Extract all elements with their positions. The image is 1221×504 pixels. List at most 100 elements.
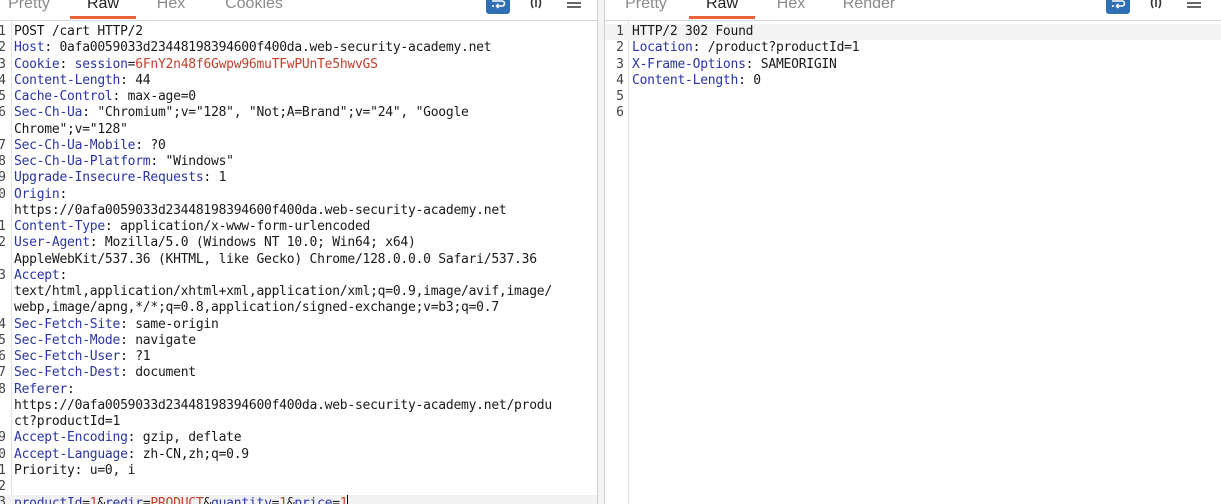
tab-label: Pretty [625, 0, 667, 12]
line-number: 2 [0, 235, 6, 251]
code-line[interactable]: 1 Priority: u=0, i [0, 463, 597, 479]
response-panel: Pretty Raw Hex Render 1 HTTP/2 302 Found… [605, 0, 1221, 504]
code-line[interactable]: 4 Sec-Fetch-Site: same-origin [0, 317, 597, 333]
token-text: https://0afa0059033d23448198394600f400da… [14, 202, 507, 218]
panel-menu-button[interactable] [565, 0, 583, 14]
line-number: 3 [0, 56, 6, 72]
response-tab-raw[interactable]: Raw [689, 0, 755, 19]
request-editor[interactable]: 1 POST /cart HTTP/2 2 Host: 0afa0059033d234… [0, 24, 597, 504]
code-line[interactable]: 1 Content-Type: application/x-www-form-ur… [0, 219, 597, 235]
line-number: 3 [0, 267, 6, 283]
token-text: : 0 [738, 72, 761, 88]
response-tab-render[interactable]: Render [837, 0, 901, 19]
line-number: 3 [616, 56, 624, 72]
token-text: : 0afa0059033d23448198394600f400da.web-s… [44, 40, 492, 56]
line-number: 4 [0, 316, 6, 332]
tab-label: Hex [156, 0, 186, 12]
code-line[interactable]: https://0afa0059033d23448198394600f400da… [0, 203, 597, 219]
line-text: POST /cart HTTP/2 [14, 24, 143, 40]
token-text: : [59, 186, 68, 202]
code-line[interactable]: 5 [605, 89, 1221, 105]
code-line[interactable]: 6 [605, 105, 1221, 121]
code-line[interactable]: ct?productId=1 [0, 414, 597, 430]
code-line[interactable]: 8 Sec-Ch-Ua-Platform: "Windows" [0, 154, 597, 170]
code-line[interactable]: 8 Referer: [0, 382, 597, 398]
token-text: : 44 [120, 72, 151, 88]
code-line[interactable]: 5 Sec-Fetch-Mode: navigate [0, 333, 597, 349]
line-text: https://0afa0059033d23448198394600f400da… [14, 202, 507, 219]
code-line[interactable]: 2 Host: 0afa0059033d23448198394600f400da.… [0, 40, 597, 56]
inspector-button[interactable] [527, 0, 545, 14]
line-text: Accept: [14, 268, 67, 284]
response-viewer[interactable]: 1 HTTP/2 302 Found 2 Location: /product?pro… [605, 24, 1221, 122]
code-line[interactable]: 7 Sec-Fetch-Dest: document [0, 365, 597, 381]
code-line[interactable]: 9 Accept-Encoding: gzip, deflate [0, 430, 597, 446]
token-key: productId [14, 496, 83, 504]
token-text: text/html,application/xhtml+xml,applicat… [14, 284, 552, 299]
request-tab-cookies[interactable]: Cookies [218, 0, 290, 19]
line-number: 1 [0, 24, 6, 39]
code-line[interactable]: 3 productId=1&redir=PRODUCT&quantity=1&pr… [0, 495, 597, 504]
code-line[interactable]: 3 Cookie: session=6FnY2n48f6Gwpw96muTFwPU… [0, 57, 597, 73]
line-text: Priority: u=0, i [14, 463, 135, 479]
token-key: Sec-Fetch-Site [14, 316, 121, 332]
code-line[interactable]: 7 Sec-Ch-Ua-Mobile: ?0 [0, 138, 597, 154]
line-number: 9 [0, 170, 6, 186]
response-tab-hex[interactable]: Hex [770, 0, 812, 19]
line-text: Sec-Fetch-Dest: document [14, 365, 196, 381]
token-text: Chrome";v="128" [14, 121, 128, 137]
code-line[interactable]: 0 Origin: [0, 187, 597, 203]
line-text: X-Frame-Options: SAMEORIGIN [632, 57, 837, 73]
code-line[interactable]: Chrome";v="128" [0, 122, 597, 138]
code-line[interactable]: 1 HTTP/2 302 Found [605, 24, 1221, 41]
inspector-button[interactable] [1147, 0, 1165, 14]
panel-menu-button[interactable] [1185, 0, 1203, 14]
token-key: Accept [14, 267, 60, 283]
line-text: Sec-Ch-Ua: "Chromium";v="128", "Not;A=Br… [14, 105, 469, 121]
line-text: https://0afa0059033d23448198394600f400da… [14, 398, 552, 414]
token-key: Content-Type [14, 219, 105, 234]
token-text: : zh-CN,zh;q=0.9 [127, 446, 249, 462]
code-line[interactable]: 0 Accept-Language: zh-CN,zh;q=0.9 [0, 447, 597, 463]
code-line[interactable]: text/html,application/xhtml+xml,applicat… [0, 284, 597, 300]
code-line[interactable]: 1 POST /cart HTTP/2 [0, 24, 597, 40]
token-text: = [82, 496, 90, 504]
response-tab-pretty[interactable]: Pretty [621, 0, 671, 19]
code-line[interactable]: 3 Accept: [0, 268, 597, 284]
code-line[interactable]: webp,image/apng,*/*;q=0.8,application/si… [0, 300, 597, 316]
code-line[interactable]: 5 Cache-Control: max-age=0 [0, 89, 597, 105]
line-text: productId=1&redir=PRODUCT&quantity=1&pri… [14, 495, 349, 504]
token-key: User-Agent [14, 235, 90, 251]
active-tab-underline [70, 16, 136, 19]
code-line[interactable]: 3 X-Frame-Options: SAMEORIGIN [605, 57, 1221, 73]
token-key: Sec-Ch-Ua-Platform [14, 154, 151, 169]
line-text: ct?productId=1 [14, 414, 120, 430]
panel-splitter[interactable] [597, 0, 605, 504]
token-text: : [59, 56, 75, 72]
code-line[interactable]: 2 [0, 479, 597, 495]
token-text: & [97, 496, 105, 504]
token-text: https://0afa0059033d23448198394600f400da… [14, 397, 552, 413]
line-number: 9 [0, 430, 6, 446]
code-line[interactable]: 6 Sec-Ch-Ua: "Chromium";v="128", "Not;A=B… [0, 105, 597, 121]
code-line[interactable]: https://0afa0059033d23448198394600f400da… [0, 398, 597, 414]
word-wrap-button[interactable] [1106, 0, 1130, 14]
code-line[interactable]: 4 Content-Length: 0 [605, 73, 1221, 89]
token-key: Sec-Fetch-Mode [14, 332, 121, 348]
code-line[interactable]: 2 User-Agent: Mozilla/5.0 (Windows NT 10.… [0, 235, 597, 251]
line-number: 7 [0, 137, 6, 153]
request-tab-hex[interactable]: Hex [150, 0, 192, 19]
token-text: : document [120, 365, 196, 381]
token-text: : max-age=0 [112, 89, 197, 104]
line-text: Sec-Fetch-User: ?1 [14, 349, 151, 365]
token-text: : Mozilla/5.0 (Windows NT 10.0; Win64; x… [89, 235, 416, 251]
code-line[interactable]: 6 Sec-Fetch-User: ?1 [0, 349, 597, 365]
token-text: = [332, 496, 340, 504]
code-line[interactable]: 2 Location: /product?productId=1 [605, 40, 1221, 56]
word-wrap-button[interactable] [486, 0, 510, 14]
code-line[interactable]: 9 Upgrade-Insecure-Requests: 1 [0, 170, 597, 186]
request-tab-raw[interactable]: Raw [70, 0, 136, 19]
code-line[interactable]: AppleWebKit/537.36 (KHTML, like Gecko) C… [0, 252, 597, 268]
request-tab-pretty[interactable]: Pretty [4, 0, 54, 19]
code-line[interactable]: 4 Content-Length: 44 [0, 73, 597, 89]
